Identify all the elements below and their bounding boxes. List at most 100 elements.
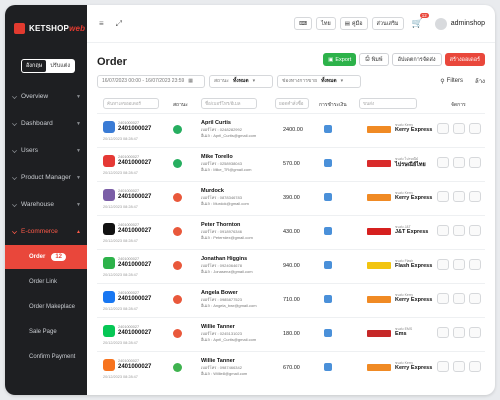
language-button[interactable]: ไทย [316,17,336,30]
order-status-icon [173,329,182,338]
copy-icon[interactable] [437,293,449,304]
order-amount: 2400.00 [283,127,303,133]
subnav-confirm-payment[interactable]: Confirm Payment [5,345,87,369]
order-date: 20/12/2023 08:28:47 [103,205,138,209]
subnav-order-link[interactable]: Order Link [5,270,87,294]
copy-icon[interactable] [437,123,449,134]
product-icon [12,175,17,180]
copy-icon[interactable] [437,225,449,236]
view-icon[interactable] [469,123,481,134]
create-order-button[interactable]: สร้างออเดอร์ [444,53,485,66]
order-ref: 2401000027 [118,359,140,363]
sidebar-item-ecommerce[interactable]: E-commerce ▲ [5,218,87,245]
document-icon[interactable] [453,123,465,134]
fullscreen-icon[interactable]: ⤢ [116,19,122,29]
order-amount: 390.00 [283,195,300,201]
warehouse-icon [12,202,17,207]
status-select[interactable]: สถานะ ทั้งหมด ▾ [209,74,273,88]
customer-search-input[interactable]: ชื่อ/เบอร์โทร/อีเมล [201,98,257,109]
order-amount: 430.00 [283,229,300,235]
view-icon[interactable] [469,225,481,236]
chevron-down-icon: ▾ [340,78,344,84]
extension-button[interactable]: ส่วนเสริม [371,17,404,30]
help-button[interactable]: ▤ คู่มือ [339,17,368,30]
view-icon[interactable] [469,327,481,338]
lang-th-button[interactable]: อังกฤษ [22,60,47,72]
keyboard-button[interactable]: ⌨ [294,17,313,30]
order-status-icon [173,295,182,304]
sidebar-item-warehouse[interactable]: Warehouse ▼ [5,191,87,218]
table-row[interactable]: 2401000027 2401000027 20/12/2023 08:28:47 W… [97,351,485,385]
menu-toggle-icon[interactable]: ≡ [99,19,104,28]
order-number[interactable]: 2401000027 [118,330,151,336]
document-icon[interactable] [453,157,465,168]
table-row[interactable]: 2401000027 2401000027 20/12/2023 08:28:47 M… [97,147,485,181]
sidebar: KETSHOPweb อังกฤษ ปรับแต่ง Overview ▼ Das… [5,5,87,395]
document-icon[interactable] [453,293,465,304]
sidebar-item-product-manager[interactable]: Product Manager ▼ [5,164,87,191]
copy-icon[interactable] [437,259,449,270]
carrier-name: Kerry Express [395,297,433,303]
filters-button[interactable]: ⚲ Filters [440,78,463,85]
copy-icon[interactable] [437,361,449,372]
view-icon[interactable] [469,191,481,202]
channel-select[interactable]: ช่องทางการขาย ทั้งหมด ▾ [277,74,361,88]
order-number[interactable]: 2401000027 [118,262,151,268]
order-number[interactable]: 2401000027 [118,194,151,200]
customer-contact: เบอร์โทร : 0918976346 อีเมล : Peterrdex@g… [201,229,253,240]
order-number[interactable]: 2401000027 [118,364,151,370]
update-shipping-button[interactable]: อัปเดตการจัดส่ง [391,53,442,66]
table-row[interactable]: 2401000027 2401000027 20/12/2023 08:28:47 A… [97,113,485,147]
date-range-input[interactable]: 16/07/2023 00:00 - 16/07/2023 23:59 ▦ [97,74,205,88]
customer-name: Mike Torello [201,154,233,160]
carrier-name: Flash Express [395,263,433,269]
carrier-search-input[interactable]: ขนส่ง [359,98,417,109]
amount-search-input[interactable]: ยอดคำสั่งซื้อ [275,98,309,109]
users-icon [12,148,17,153]
sidebar-item-overview[interactable]: Overview ▼ [5,83,87,110]
export-button[interactable]: ▣ Export [323,53,357,66]
document-icon[interactable] [453,259,465,270]
table-row[interactable]: 2401000027 2401000027 20/12/2023 08:28:47 A… [97,283,485,317]
sidebar-item-dashboard[interactable]: Dashboard ▼ [5,110,87,137]
copy-icon[interactable] [437,191,449,202]
customer-name: Jonathan Higgins [201,256,248,262]
payment-icon [324,363,332,371]
customer-contact: เบอร์โทร : 0985877523 อีเมล : Angela_bwr@… [201,297,257,308]
order-search-input[interactable]: ค้นหาเลขออเดอร์ [103,98,159,109]
cart-icon[interactable]: 🛒 12 [412,13,429,29]
print-button[interactable]: ⎙ พิมพ์ [359,53,389,66]
order-date: 20/12/2023 08:28:47 [103,273,138,277]
view-icon[interactable] [469,361,481,372]
order-number[interactable]: 2401000027 [118,228,151,234]
sales-channel-icon [103,155,115,167]
view-icon[interactable] [469,293,481,304]
order-number[interactable]: 2401000027 [118,126,151,132]
subnav-sale-page[interactable]: Sale Page [5,320,87,344]
document-icon[interactable] [453,191,465,202]
document-icon[interactable] [453,361,465,372]
view-icon[interactable] [469,259,481,270]
order-number[interactable]: 2401000027 [118,296,151,302]
order-number[interactable]: 2401000027 [118,160,151,166]
subnav-order[interactable]: Order 12 [5,245,87,269]
document-icon[interactable] [453,225,465,236]
copy-icon[interactable] [437,157,449,168]
order-ref: 2401000027 [118,155,140,159]
username[interactable]: adminshop [451,20,485,27]
sidebar-item-users[interactable]: Users ▼ [5,137,87,164]
customer-name: Willie Tanner [201,358,235,364]
table-row[interactable]: 2401000027 2401000027 20/12/2023 08:28:47 P… [97,215,485,249]
clear-filters-link[interactable]: ล้าง [475,76,485,86]
avatar[interactable] [434,17,447,30]
status-header: สถานะ [173,102,188,108]
copy-icon[interactable] [437,327,449,338]
subnav-order-makeplace[interactable]: Order Makeplace [5,295,87,319]
view-icon[interactable] [469,157,481,168]
document-icon[interactable] [453,327,465,338]
lang-en-button[interactable]: ปรับแต่ง [46,60,74,72]
order-date: 20/12/2023 08:28:47 [103,375,138,379]
table-row[interactable]: 2401000027 2401000027 20/12/2023 08:28:47 J… [97,249,485,283]
table-row[interactable]: 2401000027 2401000027 20/12/2023 08:28:47 M… [97,181,485,215]
table-row[interactable]: 2401000027 2401000027 20/12/2023 08:28:47 W… [97,317,485,351]
